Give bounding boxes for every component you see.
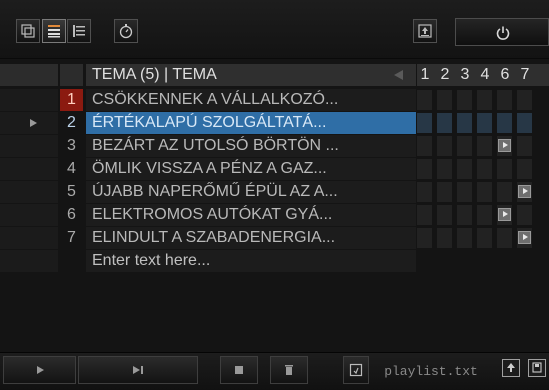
stop-button[interactable] xyxy=(220,356,258,384)
row-title[interactable]: CSÖKKENNEK A VÁLLALKOZÓ... xyxy=(86,89,416,111)
column-header[interactable]: 7 xyxy=(517,64,533,86)
row-title[interactable]: ELEKTROMOS AUTÓKAT GYÁ... xyxy=(86,204,416,226)
play-marker-icon[interactable] xyxy=(518,185,531,198)
row-title[interactable]: ÖMLIK VISSZA A PÉNZ A GAZ... xyxy=(86,158,416,180)
row-title[interactable]: ÉRTÉKALAPÚ SZOLGÁLTATÁ... xyxy=(86,112,416,134)
delete-button[interactable] xyxy=(270,356,308,384)
power-icon xyxy=(496,26,510,40)
collapse-arrow-icon[interactable] xyxy=(394,70,403,80)
playlist-row[interactable]: 6 ELEKTROMOS AUTÓKAT GYÁ... xyxy=(0,204,549,226)
column-header[interactable]: 6 xyxy=(497,64,513,86)
playlist-filename: playlist.txt xyxy=(384,364,478,379)
import-icon xyxy=(507,363,515,372)
timer-button[interactable] xyxy=(114,19,138,43)
header-title: TEMA (5) | TEMA xyxy=(86,64,416,86)
power-button[interactable] xyxy=(455,18,549,46)
copy-button[interactable] xyxy=(16,19,40,43)
playlist-row[interactable]: 7 ELINDULT A SZABADENERGIA... xyxy=(0,227,549,249)
row-title[interactable]: BEZÁRT AZ UTOLSÓ BÖRTÖN ... xyxy=(86,135,416,157)
playlist-row-selected[interactable]: 2 ÉRTÉKALAPÚ SZOLGÁLTATÁ... xyxy=(0,112,549,134)
tree-view-icon xyxy=(73,25,85,37)
playlist-row[interactable]: 4 ÖMLIK VISSZA A PÉNZ A GAZ... xyxy=(0,158,549,180)
column-header[interactable]: 4 xyxy=(477,64,493,86)
folder-icon xyxy=(349,363,363,377)
save-icon xyxy=(532,362,542,373)
play-marker-icon[interactable] xyxy=(518,231,531,244)
column-header[interactable]: 2 xyxy=(437,64,453,86)
copy-icon xyxy=(21,24,35,38)
playlist-row[interactable]: 1 CSÖKKENNEK A VÁLLALKOZÓ... xyxy=(0,89,549,111)
row-number: 6 xyxy=(67,206,76,223)
play-marker-icon[interactable] xyxy=(498,139,511,152)
play-icon xyxy=(36,366,44,374)
playlist-row[interactable]: 5 ÚJABB NAPERŐMŰ ÉPÜL AZ A... xyxy=(0,181,549,203)
export-icon xyxy=(418,24,432,38)
column-header[interactable]: 1 xyxy=(417,64,433,86)
row-number: 3 xyxy=(67,137,76,154)
export-button[interactable] xyxy=(413,19,437,43)
new-item-row[interactable]: Enter text here... xyxy=(0,250,549,272)
row-number: 5 xyxy=(67,183,76,200)
app-window: TEMA (5) | TEMA 1 2 3 4 6 7 1 CSÖKKENNEK… xyxy=(0,0,549,390)
play-marker-icon[interactable] xyxy=(498,208,511,221)
skip-next-icon xyxy=(133,366,143,374)
grid-header: TEMA (5) | TEMA 1 2 3 4 6 7 xyxy=(0,64,549,86)
row-number: 4 xyxy=(67,160,76,177)
stopwatch-icon xyxy=(119,24,133,39)
play-button[interactable] xyxy=(3,356,76,384)
bottom-toolbar: playlist.txt xyxy=(0,352,549,390)
column-header[interactable]: 3 xyxy=(457,64,473,86)
save-playlist-button[interactable] xyxy=(528,359,546,377)
list-view-icon xyxy=(48,25,60,38)
playlist-row[interactable]: 3 BEZÁRT AZ UTOLSÓ BÖRTÖN ... xyxy=(0,135,549,157)
top-toolbar xyxy=(0,0,549,59)
list-view-button[interactable] xyxy=(42,19,66,43)
row-number: 2 xyxy=(67,114,76,131)
row-title[interactable]: ELINDULT A SZABADENERGIA... xyxy=(86,227,416,249)
new-item-input[interactable]: Enter text here... xyxy=(86,250,416,272)
current-item-play-icon xyxy=(30,119,37,127)
row-number: 1 xyxy=(60,89,83,111)
header-columns: 1 2 3 4 6 7 xyxy=(417,64,549,86)
row-title[interactable]: ÚJABB NAPERŐMŰ ÉPÜL AZ A... xyxy=(86,181,416,203)
stop-icon xyxy=(235,366,243,374)
load-playlist-button[interactable] xyxy=(502,359,520,377)
next-button[interactable] xyxy=(78,356,198,384)
row-number: 7 xyxy=(67,229,76,246)
trash-icon xyxy=(285,365,293,375)
tree-view-button[interactable] xyxy=(67,19,91,43)
